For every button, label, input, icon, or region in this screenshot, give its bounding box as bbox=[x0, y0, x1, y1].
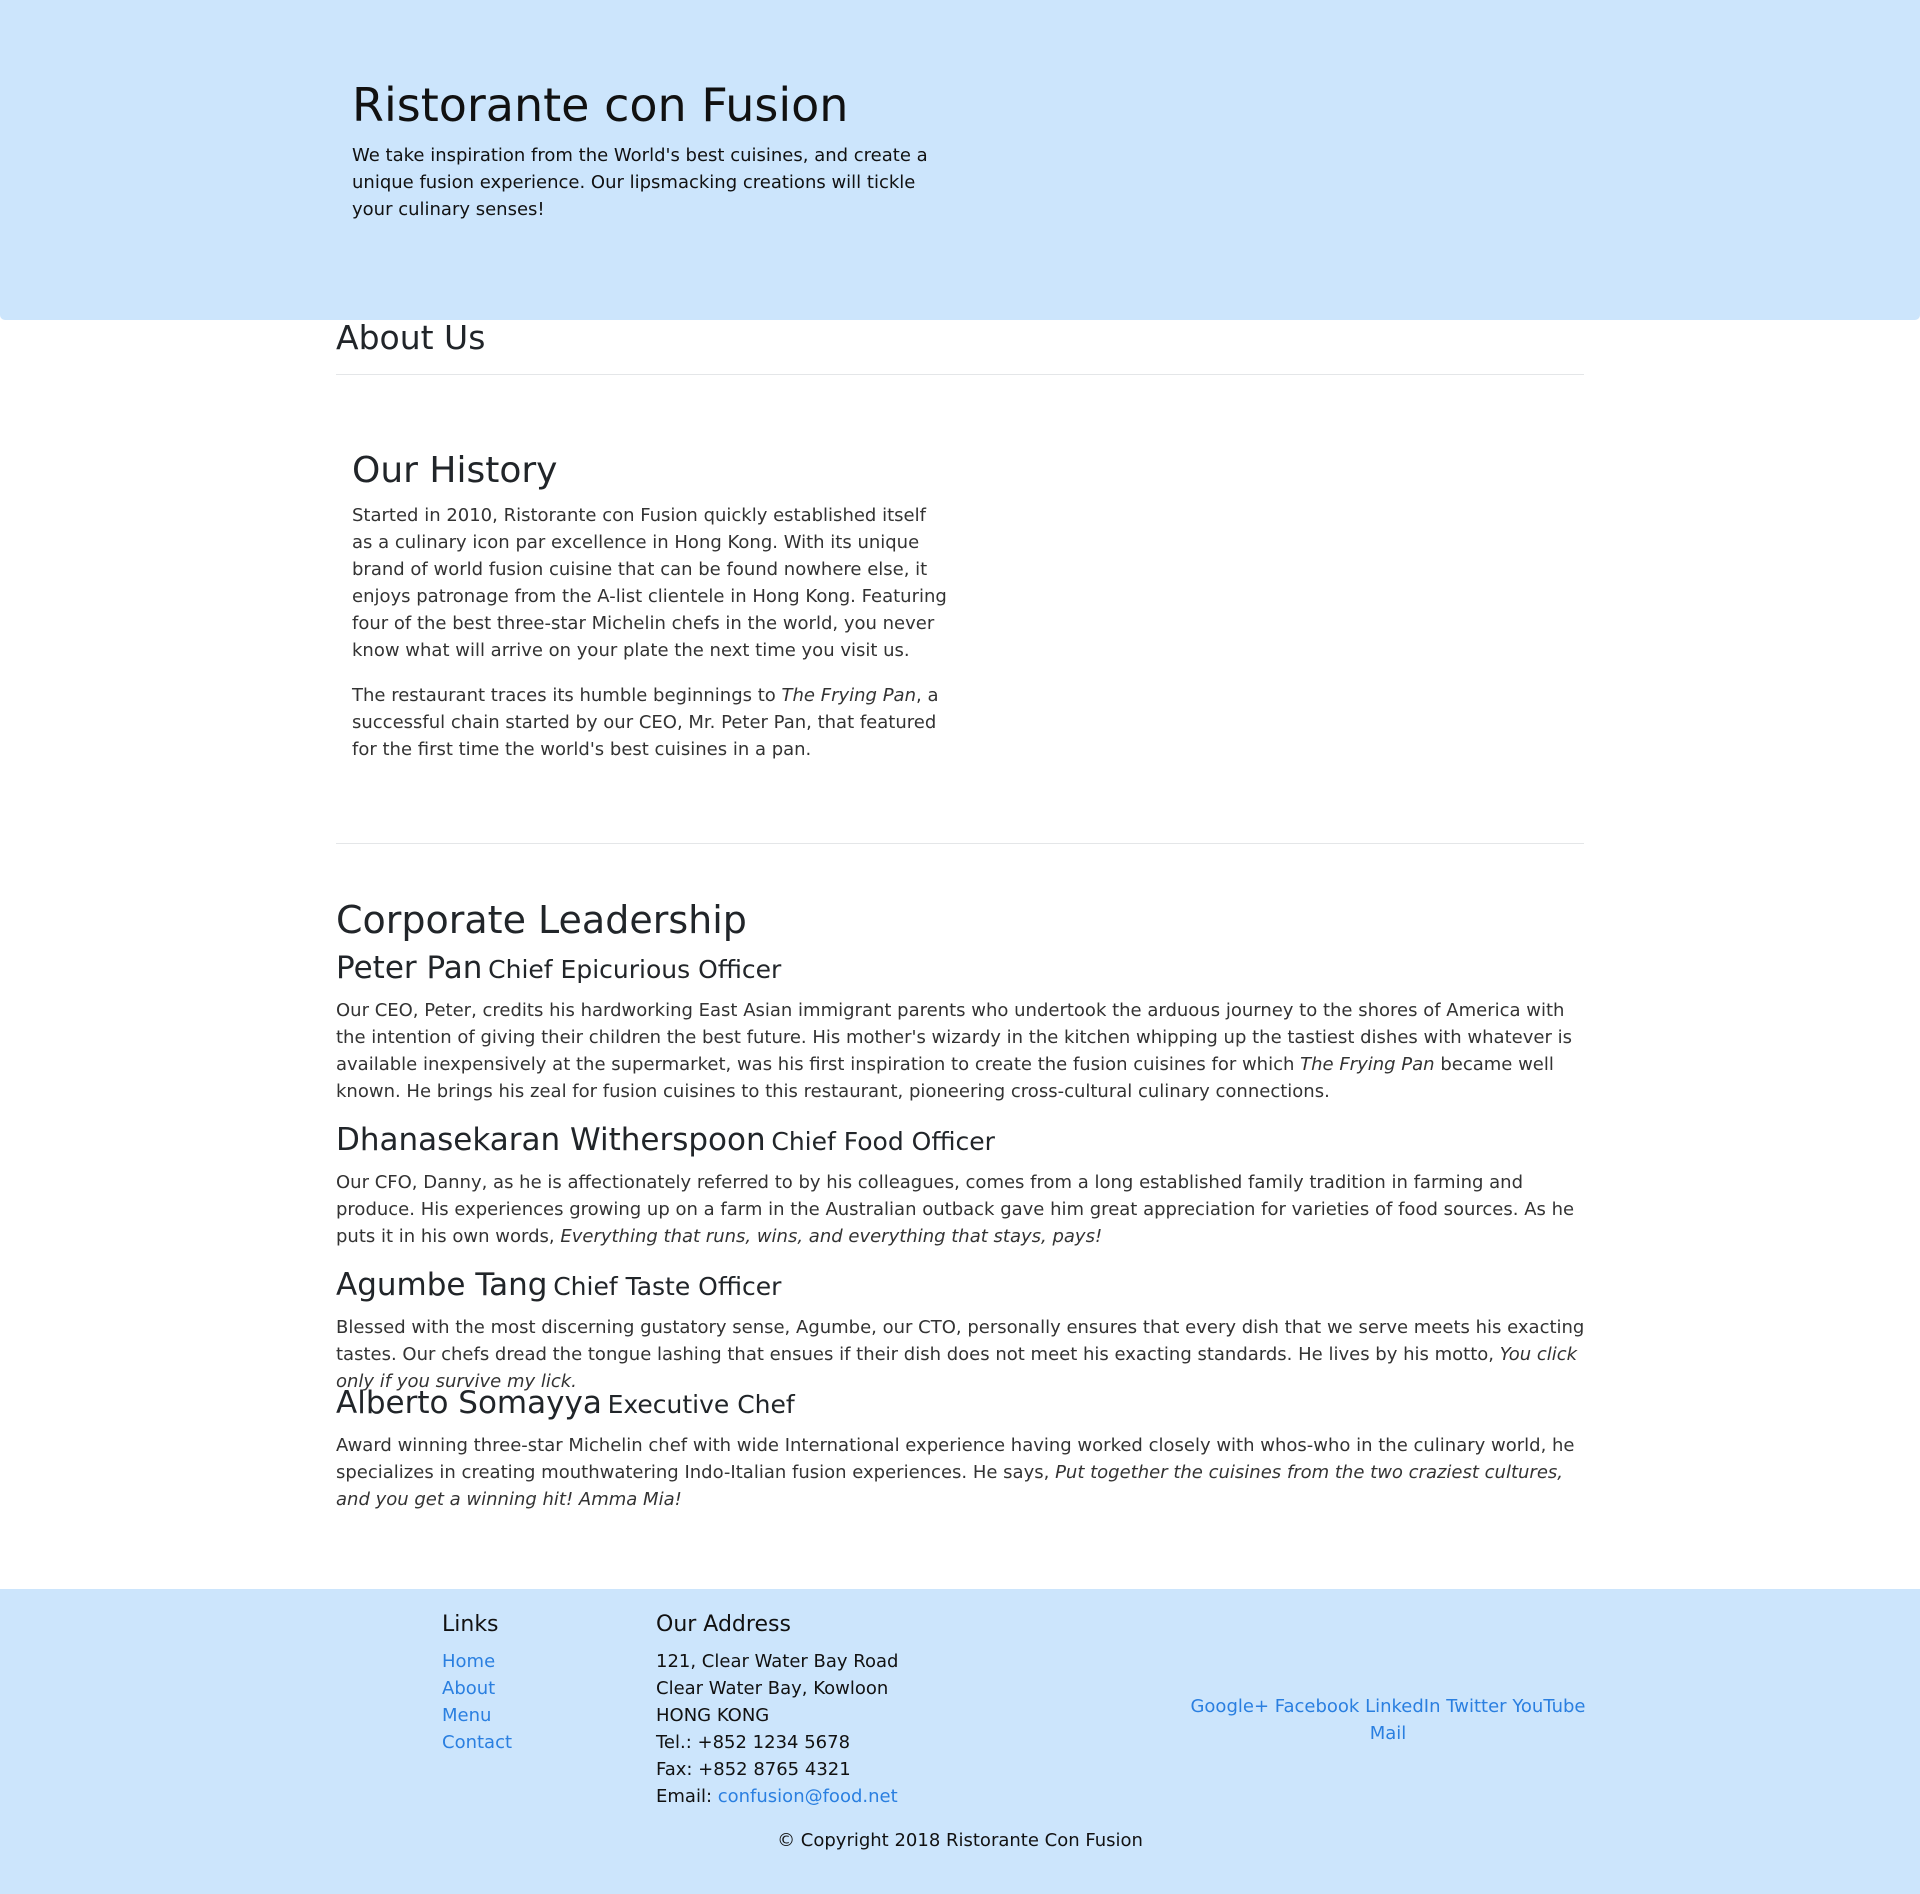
copyright-text: © Copyright 2018 Ristorante Con Fusion bbox=[777, 1830, 1143, 1851]
jumbotron: Ristorante con Fusion We take inspiratio… bbox=[0, 0, 1920, 320]
leader-name: Agumbe Tang bbox=[336, 1267, 548, 1303]
footer-link-contact[interactable]: Contact bbox=[442, 1732, 512, 1753]
links-list: Home About Menu Contact bbox=[442, 1648, 512, 1756]
leader-name: Peter Pan bbox=[336, 950, 483, 986]
footer-address: Our Address 121, Clear Water Bay Road Cl… bbox=[656, 1612, 898, 1810]
address-line: Clear Water Bay, Kowloon bbox=[656, 1678, 889, 1700]
leader-name: Alberto Somayya bbox=[336, 1385, 602, 1421]
leader-bio: Blessed with the most discerning gustato… bbox=[336, 1316, 1585, 1392]
address-heading: Our Address bbox=[656, 1612, 791, 1637]
footer: Links Home About Menu Contact Our Addres… bbox=[0, 1589, 1920, 1894]
leader-card: Agumbe Tang Chief Taste Officer Blessed … bbox=[336, 1267, 1590, 1395]
footer-link-menu[interactable]: Menu bbox=[442, 1705, 491, 1726]
linkedin-link[interactable]: LinkedIn bbox=[1365, 1696, 1440, 1717]
leader-role: Executive Chef bbox=[607, 1390, 795, 1419]
leader-bio: Our CEO, Peter, credits his hardworking … bbox=[336, 999, 1572, 1102]
corporate-leadership-heading: Corporate Leadership bbox=[336, 898, 747, 942]
history-paragraph-2: The restaurant traces its humble beginni… bbox=[352, 685, 939, 760]
phone-number: Tel.: +852 1234 5678 bbox=[656, 1732, 851, 1754]
google-plus-link[interactable]: Google+ bbox=[1190, 1696, 1269, 1717]
fax-number: Fax: +852 8765 4321 bbox=[656, 1759, 851, 1781]
leader-bio: Award winning three-star Michelin chef w… bbox=[336, 1434, 1575, 1510]
leader-card: Alberto Somayya Executive Chef Award win… bbox=[336, 1385, 1590, 1513]
links-heading: Links bbox=[442, 1612, 499, 1637]
history-divider bbox=[336, 843, 1584, 844]
leader-card: Dhanasekaran Witherspoon Chief Food Offi… bbox=[336, 1122, 1590, 1250]
leader-name: Dhanasekaran Witherspoon bbox=[336, 1122, 766, 1158]
footer-link-about[interactable]: About bbox=[442, 1678, 495, 1699]
email-line: Email: confusion@food.net bbox=[656, 1786, 898, 1808]
address-line: HONG KONG bbox=[656, 1705, 770, 1727]
footer-links: Links Home About Menu Contact bbox=[442, 1612, 512, 1756]
footer-link-home[interactable]: Home bbox=[442, 1651, 495, 1672]
leader-role: Chief Epicurious Officer bbox=[488, 955, 782, 984]
leader-bio: Our CFO, Danny, as he is affectionately … bbox=[336, 1171, 1575, 1247]
restaurant-description: We take inspiration from the World's bes… bbox=[352, 145, 928, 220]
address-line: 121, Clear Water Bay Road bbox=[656, 1651, 899, 1673]
restaurant-title: Ristorante con Fusion bbox=[352, 78, 849, 132]
leader-card: Peter Pan Chief Epicurious Officer Our C… bbox=[336, 950, 1590, 1105]
mail-link[interactable]: Mail bbox=[1370, 1723, 1407, 1744]
leader-role: Chief Food Officer bbox=[771, 1127, 995, 1156]
about-divider bbox=[336, 374, 1584, 375]
youtube-link[interactable]: YouTube bbox=[1512, 1696, 1585, 1717]
facebook-link[interactable]: Facebook bbox=[1275, 1696, 1360, 1717]
history-paragraph-1: Started in 2010, Ristorante con Fusion q… bbox=[352, 505, 947, 661]
our-history-heading: Our History bbox=[352, 450, 558, 491]
social-links: Google+ Facebook LinkedIn Twitter YouTub… bbox=[1190, 1693, 1586, 1747]
leader-role: Chief Taste Officer bbox=[553, 1272, 782, 1301]
twitter-link[interactable]: Twitter bbox=[1446, 1696, 1506, 1717]
about-us-heading: About Us bbox=[336, 318, 486, 357]
email-link[interactable]: confusion@food.net bbox=[718, 1786, 898, 1807]
frying-pan-name: The Frying Pan bbox=[781, 685, 916, 706]
